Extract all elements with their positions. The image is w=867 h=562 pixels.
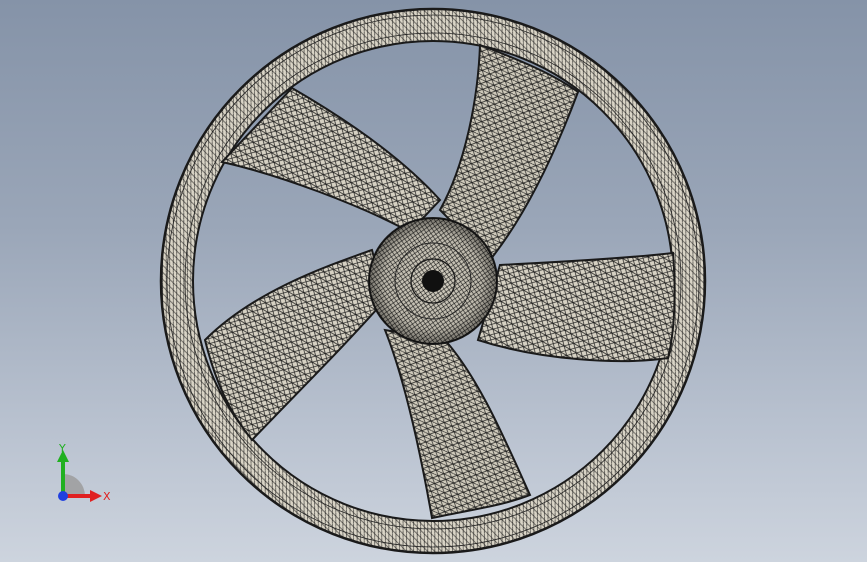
x-axis-label: X xyxy=(103,490,111,503)
blade-4[interactable] xyxy=(383,328,532,520)
graphics-viewport[interactable]: Y X xyxy=(0,0,867,562)
fan-mesh-model[interactable] xyxy=(0,0,867,562)
hub-center-bore xyxy=(422,270,444,292)
z-axis-dot xyxy=(58,491,68,501)
axis-triad: Y X xyxy=(57,442,111,503)
blade-3[interactable] xyxy=(476,251,676,362)
blade-5[interactable] xyxy=(203,248,387,442)
x-axis-arrowhead xyxy=(90,490,102,502)
y-axis-label: Y xyxy=(58,442,66,455)
impeller-hub[interactable] xyxy=(368,217,498,345)
